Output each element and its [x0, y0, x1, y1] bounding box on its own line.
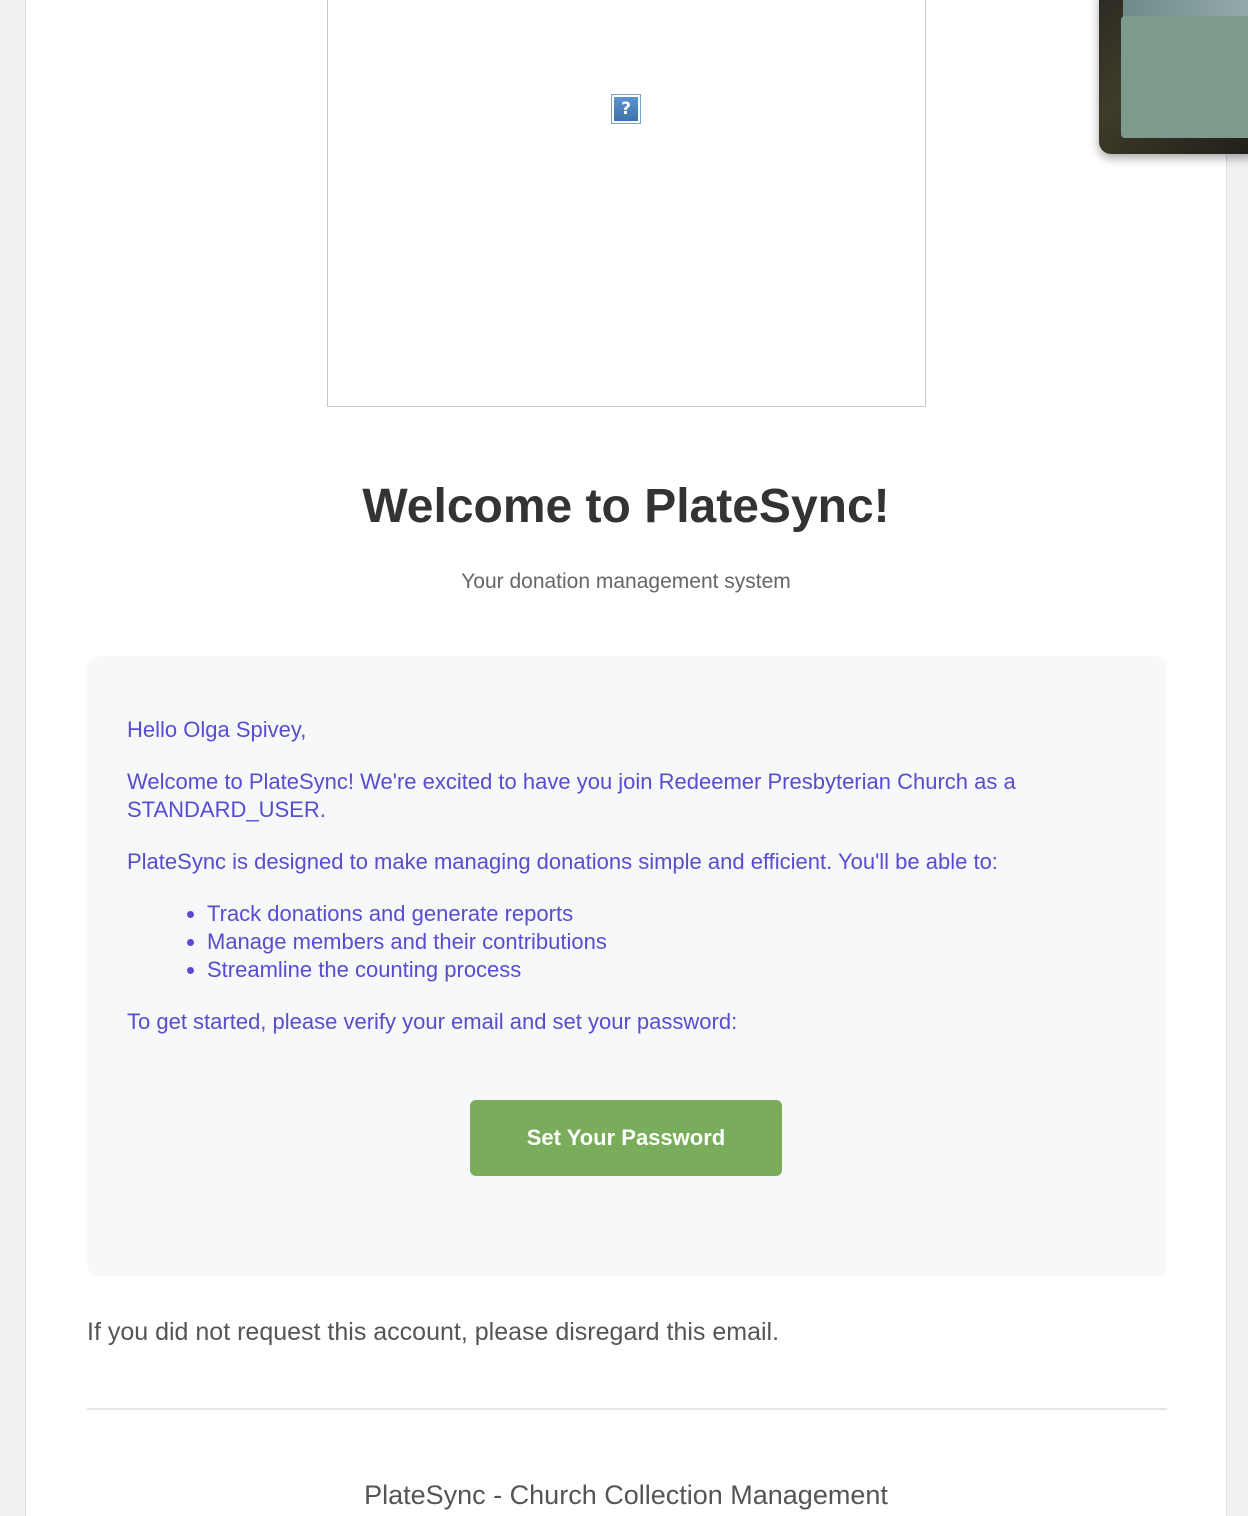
email-title: Welcome to PlateSync! — [362, 480, 890, 533]
broken-image-glyph: ? — [614, 97, 638, 121]
feature-list: Track donations and generate reports Man… — [127, 900, 1127, 984]
welcome-text: Welcome to PlateSync! We're excited to h… — [127, 769, 1016, 822]
email-page: ? Welcome to PlateSync! Your donation ma… — [25, 0, 1227, 1516]
email-subtitle: Your donation management system — [461, 570, 791, 593]
feature-item: Streamline the counting process — [207, 956, 1127, 984]
broken-image-icon: ? — [611, 94, 641, 124]
set-password-button[interactable]: Set Your Password — [470, 1100, 782, 1176]
footer-text: PlateSync - Church Collection Management — [364, 1480, 888, 1510]
greeting-text: Hello Olga Spivey, — [127, 717, 307, 742]
footer-divider — [87, 1408, 1167, 1410]
feature-item: Track donations and generate reports — [207, 900, 1127, 928]
instructions-text: To get started, please verify your email… — [127, 1009, 738, 1034]
welcome-card: Hello Olga Spivey, Welcome to PlateSync!… — [87, 656, 1167, 1276]
logo-image-placeholder: ? — [327, 0, 926, 407]
feature-item: Manage members and their contributions — [207, 928, 1127, 956]
intro-text: PlateSync is designed to make managing d… — [127, 849, 998, 874]
preview-panel — [1121, 16, 1248, 138]
floating-preview-thumbnail[interactable] — [1099, 0, 1248, 154]
disclaimer-text: If you did not request this account, ple… — [87, 1318, 780, 1346]
